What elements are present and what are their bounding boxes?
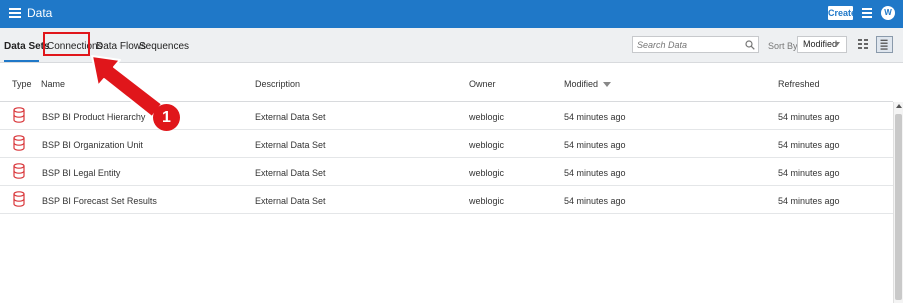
table-row[interactable]: BSP BI Legal Entity External Data Set we… [0, 158, 893, 186]
row-owner: weblogic [469, 140, 505, 150]
row-refreshed: 54 minutes ago [778, 168, 840, 178]
active-tab-indicator [4, 60, 39, 62]
column-modified-label: Modified [564, 79, 599, 89]
chevron-down-icon [834, 42, 840, 46]
tab-bar: Data Sets Connections Data Flows Sequenc… [0, 28, 903, 63]
vertical-scrollbar[interactable] [893, 102, 903, 303]
table-header: Type Name Description Owner Modified Ref… [0, 63, 893, 102]
column-modified[interactable]: Modified [564, 79, 612, 89]
page-title: Data [27, 6, 53, 20]
sort-descending-icon [603, 82, 612, 88]
row-owner: weblogic [469, 112, 505, 122]
table-row[interactable]: BSP BI Forecast Set Results External Dat… [0, 186, 893, 214]
app-header: Data Create W [0, 0, 903, 28]
step-number-badge: 1 [153, 104, 180, 131]
tab-sequences[interactable]: Sequences [139, 41, 189, 52]
search-field[interactable] [632, 36, 759, 53]
row-name[interactable]: BSP BI Organization Unit [42, 140, 143, 150]
row-description: External Data Set [255, 168, 326, 178]
search-input[interactable] [637, 39, 737, 51]
database-icon [13, 107, 25, 123]
row-owner: weblogic [469, 168, 505, 178]
column-name[interactable]: Name [41, 79, 65, 89]
list-view-button[interactable] [876, 36, 893, 53]
avatar[interactable]: W [881, 6, 895, 20]
row-name[interactable]: BSP BI Forecast Set Results [42, 196, 157, 206]
column-type[interactable]: Type [12, 79, 32, 89]
database-icon [13, 163, 25, 179]
grid-view-icon[interactable] [857, 38, 869, 50]
row-modified: 54 minutes ago [564, 112, 626, 122]
column-refreshed[interactable]: Refreshed [778, 79, 820, 89]
row-refreshed: 54 minutes ago [778, 196, 840, 206]
table-row[interactable]: BSP BI Organization Unit External Data S… [0, 130, 893, 158]
row-description: External Data Set [255, 112, 326, 122]
row-modified: 54 minutes ago [564, 140, 626, 150]
row-name[interactable]: BSP BI Product Hierarchy [42, 112, 145, 122]
hamburger-icon[interactable] [9, 8, 21, 18]
database-icon [13, 191, 25, 207]
database-icon [13, 135, 25, 151]
row-refreshed: 54 minutes ago [778, 140, 840, 150]
column-description[interactable]: Description [255, 79, 300, 89]
row-description: External Data Set [255, 140, 326, 150]
search-icon[interactable] [745, 40, 755, 50]
scroll-up-icon[interactable] [896, 104, 902, 108]
column-owner[interactable]: Owner [469, 79, 496, 89]
row-modified: 54 minutes ago [564, 168, 626, 178]
table-row[interactable]: BSP BI Product Hierarchy External Data S… [0, 102, 893, 130]
row-description: External Data Set [255, 196, 326, 206]
sort-selected-value: Modified [803, 39, 838, 49]
row-refreshed: 54 minutes ago [778, 112, 840, 122]
list-view-icon [880, 39, 888, 50]
list-icon[interactable] [862, 8, 872, 18]
row-owner: weblogic [469, 196, 505, 206]
scroll-thumb[interactable] [895, 114, 902, 300]
connections-highlight-box [43, 32, 90, 56]
create-button[interactable]: Create [828, 6, 856, 20]
sort-by-label: Sort By [768, 41, 798, 51]
row-modified: 54 minutes ago [564, 196, 626, 206]
row-name[interactable]: BSP BI Legal Entity [42, 168, 120, 178]
sort-select[interactable]: Modified [797, 36, 847, 53]
